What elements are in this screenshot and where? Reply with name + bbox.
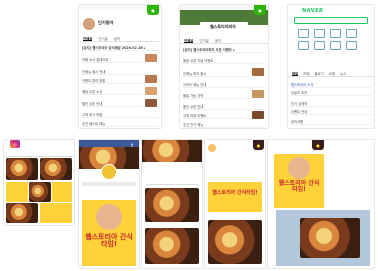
post-thumb[interactable]: [6, 158, 38, 180]
list-item[interactable]: 매장 오픈 기념 이벤트: [183, 58, 265, 64]
person-photo: [288, 157, 310, 179]
post-thumb[interactable]: [6, 203, 38, 223]
search-input[interactable]: [294, 17, 368, 24]
tab-cafe[interactable]: 카페: [303, 71, 309, 76]
notice-row[interactable]: [공지] 웹스토리아피자 오픈 이벤트 ▸: [183, 47, 265, 53]
post-image[interactable]: [145, 228, 199, 264]
list-item[interactable]: 사이드 메뉴 안내: [183, 82, 265, 88]
post-image[interactable]: [145, 188, 199, 222]
cafe-tabs: 전체글 인기글 공지: [180, 38, 268, 44]
list-item[interactable]: 주간 베스트 메뉴: [82, 121, 158, 127]
panel-cafe-app: ● 인기동아 전체글 인기글 공지 [공지] 웹스토리아 공식채널 2020.0…: [79, 5, 161, 128]
kakao-icon: ●: [312, 140, 324, 150]
list-item[interactable]: 이벤트 참여 방법: [82, 78, 143, 84]
list-item[interactable]: 오늘의 추천: [291, 90, 371, 96]
list-thumb: [252, 90, 264, 98]
list-item[interactable]: 고객 후기 모음: [82, 112, 158, 118]
list-thumb: [145, 87, 157, 95]
tab-mail[interactable]: 메일: [292, 71, 299, 76]
list-item[interactable]: 주간 인기 메뉴: [183, 122, 265, 128]
profile-header: [4, 150, 74, 157]
panel-facebook: f 웹스토리아 간식타임!: [79, 140, 139, 268]
panel-kakao-food: [142, 140, 202, 268]
map-icon[interactable]: [314, 41, 325, 50]
mail-icon[interactable]: [298, 29, 309, 38]
banner-promo[interactable]: 웹스토리아 간식타임!: [274, 154, 324, 208]
notice-row[interactable]: [공지] 웹스토리아 공식채널 2020.02.26 ▸: [82, 45, 158, 51]
kakao-icon: ●: [253, 140, 264, 150]
tab-notice[interactable]: 공지: [215, 38, 221, 43]
panel-instagram: ◎: [4, 140, 74, 225]
cover-photo: [142, 140, 202, 162]
list-item[interactable]: 웹스토리아 소식: [291, 82, 371, 88]
list-item[interactable]: 배달 가능 지역: [183, 93, 250, 99]
chat-image[interactable]: [300, 218, 360, 258]
tab-all[interactable]: 전체글: [83, 36, 93, 41]
panel-kakao-talk: ● 웹스토리아 간식타임!: [268, 140, 374, 268]
tab-popular[interactable]: 인기글: [98, 36, 107, 41]
list-item[interactable]: 고객 리뷰 이벤트: [183, 113, 250, 119]
list-thumb: [252, 111, 264, 119]
tab-popular[interactable]: 인기글: [199, 38, 208, 43]
list-item[interactable]: 공지사항: [291, 119, 371, 125]
tab-blog[interactable]: 블로그: [315, 71, 324, 76]
post-thumb[interactable]: [6, 182, 28, 202]
cafe-title: 인기동아: [98, 20, 114, 25]
tab-all[interactable]: 전체글: [184, 38, 194, 43]
person-photo: [96, 204, 122, 230]
panel-kakao-channel: ● 웹스토리아 간식타임!: [205, 140, 265, 268]
panel-portal: NAVER 메일 카페 블로그 쇼핑 뉴스 웹스토리아 소식 오늘의 추천 인기…: [288, 5, 374, 128]
post-thumb[interactable]: [40, 203, 72, 223]
post-image[interactable]: [208, 220, 262, 264]
list-item[interactable]: 할인 쿠폰 안내: [82, 101, 143, 107]
list-thumb: [145, 99, 157, 107]
promo-text: 웹스토리아 간식타임!: [278, 180, 320, 194]
promo-text: 웹스토리아 간식타임!: [85, 233, 133, 249]
more-icon[interactable]: [346, 41, 357, 50]
list-item[interactable]: 할인 쿠폰 안내: [183, 104, 265, 110]
app-logo-icon: ●: [254, 5, 266, 15]
portal-logo: NAVER: [302, 8, 324, 14]
cafe-title: 웹스토리아피자: [210, 23, 236, 29]
tab-news[interactable]: 뉴스: [340, 71, 346, 76]
post-thumb[interactable]: [52, 182, 72, 202]
instagram-icon: ◎: [10, 140, 20, 148]
list-item[interactable]: 인기 검색어: [291, 101, 371, 107]
tab-shopping[interactable]: 쇼핑: [329, 71, 335, 76]
post-image[interactable]: 웹스토리아 간식타임!: [82, 200, 136, 266]
promo-text: 웹스토리아 간식타임!: [212, 190, 258, 196]
post-thumb[interactable]: [29, 182, 51, 202]
blog-icon[interactable]: [330, 29, 341, 38]
post-thumb[interactable]: [40, 158, 72, 180]
tab-notice[interactable]: 공지: [114, 36, 120, 41]
list-item[interactable]: 카페 소식 업데이트: [82, 57, 143, 63]
action-bar: [82, 182, 136, 186]
post-card: [146, 166, 198, 185]
avatar: [208, 144, 216, 152]
panel-pizza-cafe: ● 웹스토리아피자 전체글 인기글 공지 [공지] 웹스토리아피자 오픈 이벤트…: [180, 5, 268, 128]
news-icon[interactable]: [298, 41, 309, 50]
list-item[interactable]: 이벤트 안내: [291, 109, 371, 115]
list-thumb: [252, 68, 264, 76]
cafe-tabs: 전체글 인기글 공지: [79, 36, 161, 42]
webtoon-icon[interactable]: [330, 41, 341, 50]
app-logo-icon: ●: [147, 5, 159, 15]
cafe-icon[interactable]: [314, 29, 325, 38]
shopping-icon[interactable]: [346, 29, 357, 38]
list-thumb: [145, 54, 157, 62]
cafe-avatar: [83, 18, 95, 30]
portal-tabs: 메일 카페 블로그 쇼핑 뉴스: [288, 71, 374, 77]
list-item[interactable]: 매장 오픈 소식: [82, 89, 143, 95]
list-thumb: [145, 75, 157, 83]
list-item[interactable]: 신메뉴 피자 출시: [183, 71, 250, 77]
post-image[interactable]: 웹스토리아 간식타임!: [208, 182, 262, 212]
avatar: [101, 164, 117, 180]
